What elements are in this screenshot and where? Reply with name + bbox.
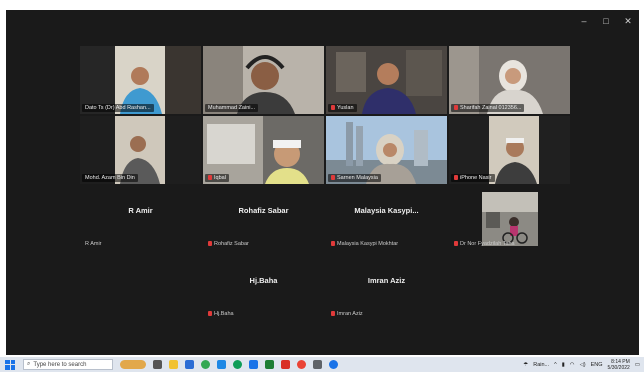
mic-muted-icon [454, 175, 458, 180]
participant-name-tag: Mohd. Azam Bin Din [82, 174, 138, 182]
participant-name-tag: R Amir [85, 241, 102, 247]
wifi-icon[interactable]: ◠ [570, 362, 575, 368]
participant-name-tag: Sharifah Zainal 012356... [451, 104, 525, 112]
participant-name-tag: Rohafiz Sabar [205, 240, 252, 248]
weather-text[interactable]: Rain... [533, 362, 549, 368]
mic-muted-icon [331, 241, 335, 246]
audio-tile-3[interactable]: Malaysia Kasypi... Malaysia Kasypi Mokht… [326, 186, 447, 254]
participant-name-tag: Muhammad Zaini... [205, 104, 259, 112]
participant-name-tag: Dato Ts (Dr) Abd Rashan... [82, 104, 154, 112]
clock[interactable]: 8:14 PM 5/30/2022 [608, 359, 630, 371]
maximize-button[interactable]: □ [601, 16, 611, 26]
mic-muted-icon [208, 311, 212, 316]
participant-display-name: Hj.Baha [249, 276, 278, 285]
video-tile-2[interactable]: Muhammad Zaini... [203, 46, 324, 114]
mic-muted-icon [454, 105, 458, 110]
windows-start-icon[interactable] [5, 359, 15, 370]
participant-display-name: Malaysia Kasypi... [354, 206, 419, 215]
audio-tile-6[interactable]: Imran Aziz Imran Aziz [326, 256, 447, 324]
volume-icon[interactable]: ◁) [580, 362, 586, 368]
participant-name-tag: Malaysia Kasypi Mokhtar [328, 240, 401, 248]
minimize-button[interactable]: – [579, 16, 589, 26]
file-explorer-icon[interactable] [169, 360, 178, 369]
mic-muted-icon [454, 241, 458, 246]
mic-muted-icon [208, 241, 212, 246]
audio-tile-1[interactable]: R Amir R Amir [80, 186, 201, 254]
system-tray: ☂ Rain... ^ ▮ ◠ ◁) ENG 8:14 PM 5/30/2022… [523, 359, 640, 371]
participant-name-tag: Yuslan [328, 104, 357, 112]
video-tile-5[interactable]: Mohd. Azam Bin Din [80, 116, 201, 184]
language-indicator[interactable]: ENG [591, 362, 603, 368]
notification-icon[interactable]: ▭ [635, 362, 640, 368]
participant-name-tag: Imran Aziz [328, 310, 366, 318]
taskbar: ⌕ Type here to search ☂ Rain... ^ ▮ ◠ ◁)… [0, 357, 644, 372]
battery-icon[interactable]: ▮ [562, 362, 565, 368]
task-view-icon[interactable] [153, 360, 162, 369]
excel-icon[interactable] [265, 360, 274, 369]
participant-name-tag: Hj.Baha [205, 310, 237, 318]
video-tile-6[interactable]: Iqbal [203, 116, 324, 184]
window-controls: – □ ✕ [579, 16, 633, 26]
search-icon: ⌕ [27, 361, 31, 367]
outlook-icon[interactable] [217, 360, 226, 369]
edge-icon[interactable] [233, 360, 242, 369]
participant-display-name: R Amir [128, 206, 153, 215]
mic-muted-icon [331, 311, 335, 316]
participant-name-tag: Dr Nor Fyadzilah Taha [451, 240, 518, 248]
video-tile-8[interactable]: iPhone Nasir [449, 116, 570, 184]
audio-tile-4[interactable]: Dr Nor Fyadzilah Taha [449, 186, 570, 254]
participant-name-tag: iPhone Nasir [451, 174, 495, 182]
mic-muted-icon [331, 105, 335, 110]
participant-name-tag: Sarnen Malaysia [328, 174, 381, 182]
mic-muted-icon [331, 175, 335, 180]
video-tile-3[interactable]: Yuslan [326, 46, 447, 114]
taskbar-search-box[interactable]: ⌕ Type here to search [23, 359, 113, 370]
word-icon[interactable] [249, 360, 258, 369]
tray-chevron-icon[interactable]: ^ [554, 362, 557, 368]
weather-icon[interactable]: ☂ [523, 362, 528, 368]
audio-tile-2[interactable]: Rohafiz Sabar Rohafiz Sabar [203, 186, 324, 254]
video-tile-4[interactable]: Sharifah Zainal 012356... [449, 46, 570, 114]
participant-name-tag: Iqbal [205, 174, 229, 182]
participant-display-name: Rohafiz Sabar [238, 206, 289, 215]
participant-video [482, 192, 538, 246]
app-icon[interactable] [313, 360, 322, 369]
chrome-icon[interactable] [201, 360, 210, 369]
participant-display-name: Imran Aziz [367, 276, 406, 285]
zoom-app-icon[interactable] [185, 360, 194, 369]
close-button[interactable]: ✕ [623, 16, 633, 26]
video-tile-1[interactable]: Dato Ts (Dr) Abd Rashan... [80, 46, 201, 114]
mic-muted-icon [208, 175, 212, 180]
audio-tile-5[interactable]: Hj.Baha Hj.Baha [203, 256, 324, 324]
chrome-profile-icon[interactable] [297, 360, 306, 369]
news-widget-icon[interactable] [120, 360, 146, 369]
acrobat-icon[interactable] [281, 360, 290, 369]
zoom-meeting-icon[interactable] [329, 360, 338, 369]
zoom-meeting-window: – □ ✕ Dato Ts (Dr) Abd Rashan... Muhamma… [6, 10, 639, 355]
video-tile-7[interactable]: Sarnen Malaysia [326, 116, 447, 184]
